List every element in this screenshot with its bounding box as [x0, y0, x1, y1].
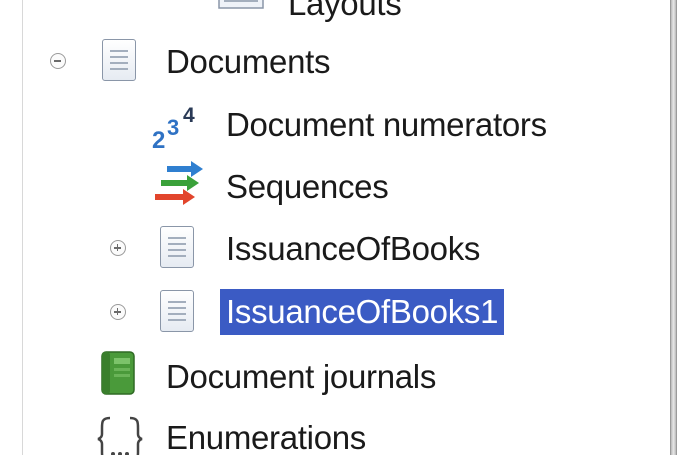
tree-item-label-selected: IssuanceOfBooks1	[220, 289, 505, 335]
tree-item-issuance-of-books-1[interactable]: IssuanceOfBooks1	[0, 286, 665, 336]
document-folder-icon	[102, 39, 136, 81]
tree-item-document-journals[interactable]: Document journals	[0, 350, 665, 400]
panel-splitter[interactable]	[665, 0, 698, 455]
numerator-digit-top: 4	[183, 104, 195, 127]
tree-item-label: Layouts	[288, 0, 402, 22]
sequences-icon	[155, 161, 203, 205]
document-icon	[160, 290, 194, 332]
layouts-icon	[218, 0, 264, 9]
tree-item-label: Documents	[166, 43, 331, 80]
tree-item-sequences[interactable]: Sequences	[0, 160, 665, 210]
tree-item-layouts[interactable]: Layouts	[0, 0, 665, 22]
expand-expander-icon[interactable]	[110, 304, 126, 320]
expand-expander-icon[interactable]	[110, 240, 126, 256]
enumeration-icon	[97, 416, 143, 455]
tree-item-document-numerators[interactable]: 2 3 4 Document numerators	[0, 100, 665, 152]
splitter-handle[interactable]	[670, 0, 677, 455]
numerator-digit-base: 2	[152, 127, 165, 152]
journal-icon	[101, 351, 135, 395]
tree-item-label: Sequences	[226, 168, 389, 205]
tree-item-enumerations[interactable]: Enumerations	[0, 412, 665, 455]
tree-item-label: Document numerators	[226, 106, 547, 143]
tree-item-label: IssuanceOfBooks	[226, 230, 481, 267]
tree-item-issuance-of-books[interactable]: IssuanceOfBooks	[0, 222, 665, 272]
numerator-icon: 2 3 4	[152, 104, 195, 152]
tree-item-documents[interactable]: Documents	[0, 36, 665, 86]
tree-item-label: Enumerations	[166, 419, 367, 455]
numerator-digit-mid: 3	[167, 115, 179, 140]
metadata-tree[interactable]: Layouts Documents 2 3 4 Document numerat…	[0, 0, 665, 455]
collapse-expander-icon[interactable]	[50, 53, 66, 69]
document-icon	[160, 226, 194, 268]
tree-item-label: Document journals	[166, 358, 437, 395]
